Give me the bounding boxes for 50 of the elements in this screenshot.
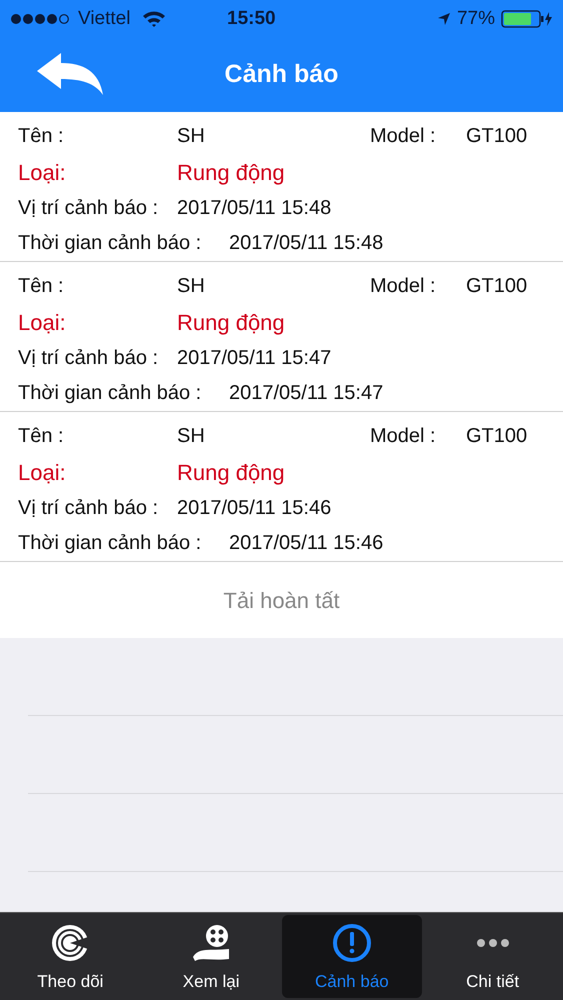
location-label: Vị trí cảnh báo : <box>18 496 160 520</box>
name-value: SH <box>177 124 206 149</box>
page-title: Cảnh báo <box>224 59 338 90</box>
location-arrow-icon <box>436 12 451 26</box>
type-label: Loại: <box>18 308 67 336</box>
time-value: 2017/05/11 15:47 <box>229 380 384 406</box>
status-time: 15:50 <box>227 6 276 31</box>
exclamation-circle-icon <box>332 922 372 962</box>
tab[interactable]: Xem lại <box>140 915 282 998</box>
more-icon <box>476 938 509 946</box>
type-label: Loại: <box>18 458 67 486</box>
carrier-name: Viettel <box>78 6 130 31</box>
radar-icon <box>50 922 90 962</box>
battery-charging-icon <box>501 10 553 28</box>
time-label: Thời gian cảnh báo : <box>18 530 202 556</box>
name-value: SH <box>177 424 206 449</box>
battery-percent: 77% <box>456 6 495 31</box>
model-value: GT100 <box>466 424 528 449</box>
time-value: 2017/05/11 15:46 <box>229 530 384 556</box>
location-label: Vị trí cảnh báo : <box>18 196 160 220</box>
type-value: Rung động <box>177 308 285 337</box>
location-value: 2017/05/11 15:46 <box>177 496 332 520</box>
name-label: Tên : <box>18 424 65 449</box>
location-label: Vị trí cảnh báo : <box>18 346 160 370</box>
time-label: Thời gian cảnh báo : <box>18 230 202 256</box>
type-label: Loại: <box>18 158 67 186</box>
type-value: Rung động <box>177 458 285 487</box>
model-label: Model : <box>370 424 437 449</box>
name-label: Tên : <box>18 274 65 299</box>
model-label: Model : <box>370 274 437 299</box>
tab[interactable]: Cảnh báo <box>282 915 422 998</box>
alert-item[interactable]: Tên : SH Model : GT100 Loại: Rung động Vị trí cảnh báo : 2017/05/11 15:48 Thời gian cảnh báo : 2017/05/11 15:48 <box>0 112 563 262</box>
film-reel-icon <box>191 922 232 962</box>
tab[interactable]: Theo dõi <box>0 915 141 998</box>
load-status: Tải hoàn tất <box>223 586 340 614</box>
model-value: GT100 <box>466 274 528 299</box>
back-arrow-icon <box>35 53 105 97</box>
name-value: SH <box>177 274 206 299</box>
model-label: Model : <box>370 124 437 149</box>
tab[interactable]: Chi tiết <box>422 915 563 998</box>
model-value: GT100 <box>466 124 528 149</box>
location-value: 2017/05/11 15:47 <box>177 346 332 370</box>
alert-item[interactable]: Tên : SH Model : GT100 Loại: Rung động Vị trí cảnh báo : 2017/05/11 15:47 Thời gian cảnh báo : 2017/05/11 15:47 <box>0 262 563 412</box>
time-value: 2017/05/11 15:48 <box>229 230 384 256</box>
alert-item[interactable]: Tên : SH Model : GT100 Loại: Rung động Vị trí cảnh báo : 2017/05/11 15:46 Thời gian cảnh báo : 2017/05/11 15:46 <box>0 412 563 562</box>
location-value: 2017/05/11 15:48 <box>177 196 332 220</box>
wifi-icon <box>142 10 166 28</box>
type-value: Rung động <box>177 158 285 187</box>
time-label: Thời gian cảnh báo : <box>18 380 202 406</box>
name-label: Tên : <box>18 124 65 149</box>
